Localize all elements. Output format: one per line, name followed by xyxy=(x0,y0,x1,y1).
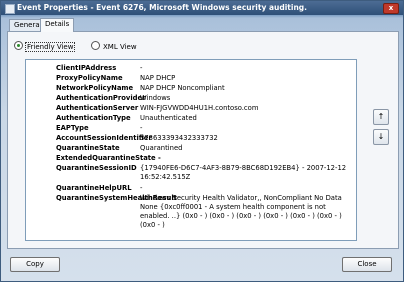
detail-key: QuarantineSessionID xyxy=(56,164,137,172)
detail-value: WIN-FJGVWDD4HU1H.contoso.com xyxy=(140,104,259,112)
detail-value: - xyxy=(140,64,143,72)
friendly-view-radio-icon xyxy=(14,41,23,50)
event-properties-window: Event Properties - Event 6276, Microsoft… xyxy=(0,0,404,282)
detail-value: {17940FE6-D6C7-4AF3-8B79-8BC68D192EB4} -… xyxy=(140,164,349,181)
tab-details-label: Details xyxy=(45,20,70,28)
detail-key: QuarantineHelpURL xyxy=(56,184,132,192)
next-event-button[interactable]: ↓ xyxy=(373,129,389,145)
detail-key: AuthenticationProvider xyxy=(56,94,146,102)
close-button[interactable]: Close xyxy=(342,257,392,272)
detail-value: NAP DHCP xyxy=(140,74,176,82)
arrow-down-icon: ↓ xyxy=(377,132,385,141)
window-icon xyxy=(5,4,15,14)
detail-key: AuthenticationType xyxy=(56,114,131,122)
detail-value: - xyxy=(140,184,143,192)
copy-button[interactable]: Copy xyxy=(10,257,60,272)
friendly-view-option[interactable]: Friendly View xyxy=(14,41,76,52)
detail-value: NAP DHCP Noncompliant xyxy=(140,84,225,92)
arrow-up-icon: ↑ xyxy=(377,112,385,121)
xml-view-option[interactable]: XML View xyxy=(91,41,137,51)
detail-key: AuthenticationServer xyxy=(56,104,139,112)
window-close-button[interactable]: x xyxy=(383,3,399,14)
detail-value: 373633393432333732 xyxy=(140,134,218,142)
detail-value: - xyxy=(140,124,143,132)
detail-key: NetworkPolicyName xyxy=(56,84,134,92)
event-details-box[interactable]: ClientIPAddress - ProxyPolicyName NAP DH… xyxy=(25,59,357,241)
xml-view-radio-icon xyxy=(91,41,100,50)
xml-view-label: XML View xyxy=(103,43,137,51)
detail-value: Unauthenticated xyxy=(140,114,197,122)
tab-details[interactable]: Details xyxy=(40,18,75,32)
detail-key: ExtendedQuarantineState - xyxy=(56,154,161,162)
previous-event-button[interactable]: ↑ xyxy=(373,109,389,125)
detail-key: EAPType xyxy=(56,124,89,132)
detail-key: ProxyPolicyName xyxy=(56,74,123,82)
detail-value: Windows xyxy=(140,94,171,102)
details-panel: Friendly View XML View ClientIPAddress -… xyxy=(7,31,399,249)
friendly-view-label: Friendly View xyxy=(24,42,76,52)
title-bar: Event Properties - Event 6276, Microsoft… xyxy=(1,1,403,15)
detail-key: QuarantineState xyxy=(56,144,120,152)
tab-general-label: General xyxy=(14,21,42,29)
detail-key: AccountSessionIdentifier xyxy=(56,134,152,142)
detail-value: Windows Security Health Validator,, NonC… xyxy=(140,194,344,229)
detail-value: Quarantined xyxy=(140,144,183,152)
detail-key: ClientIPAddress xyxy=(56,64,117,72)
window-title: Event Properties - Event 6276, Microsoft… xyxy=(17,3,308,12)
